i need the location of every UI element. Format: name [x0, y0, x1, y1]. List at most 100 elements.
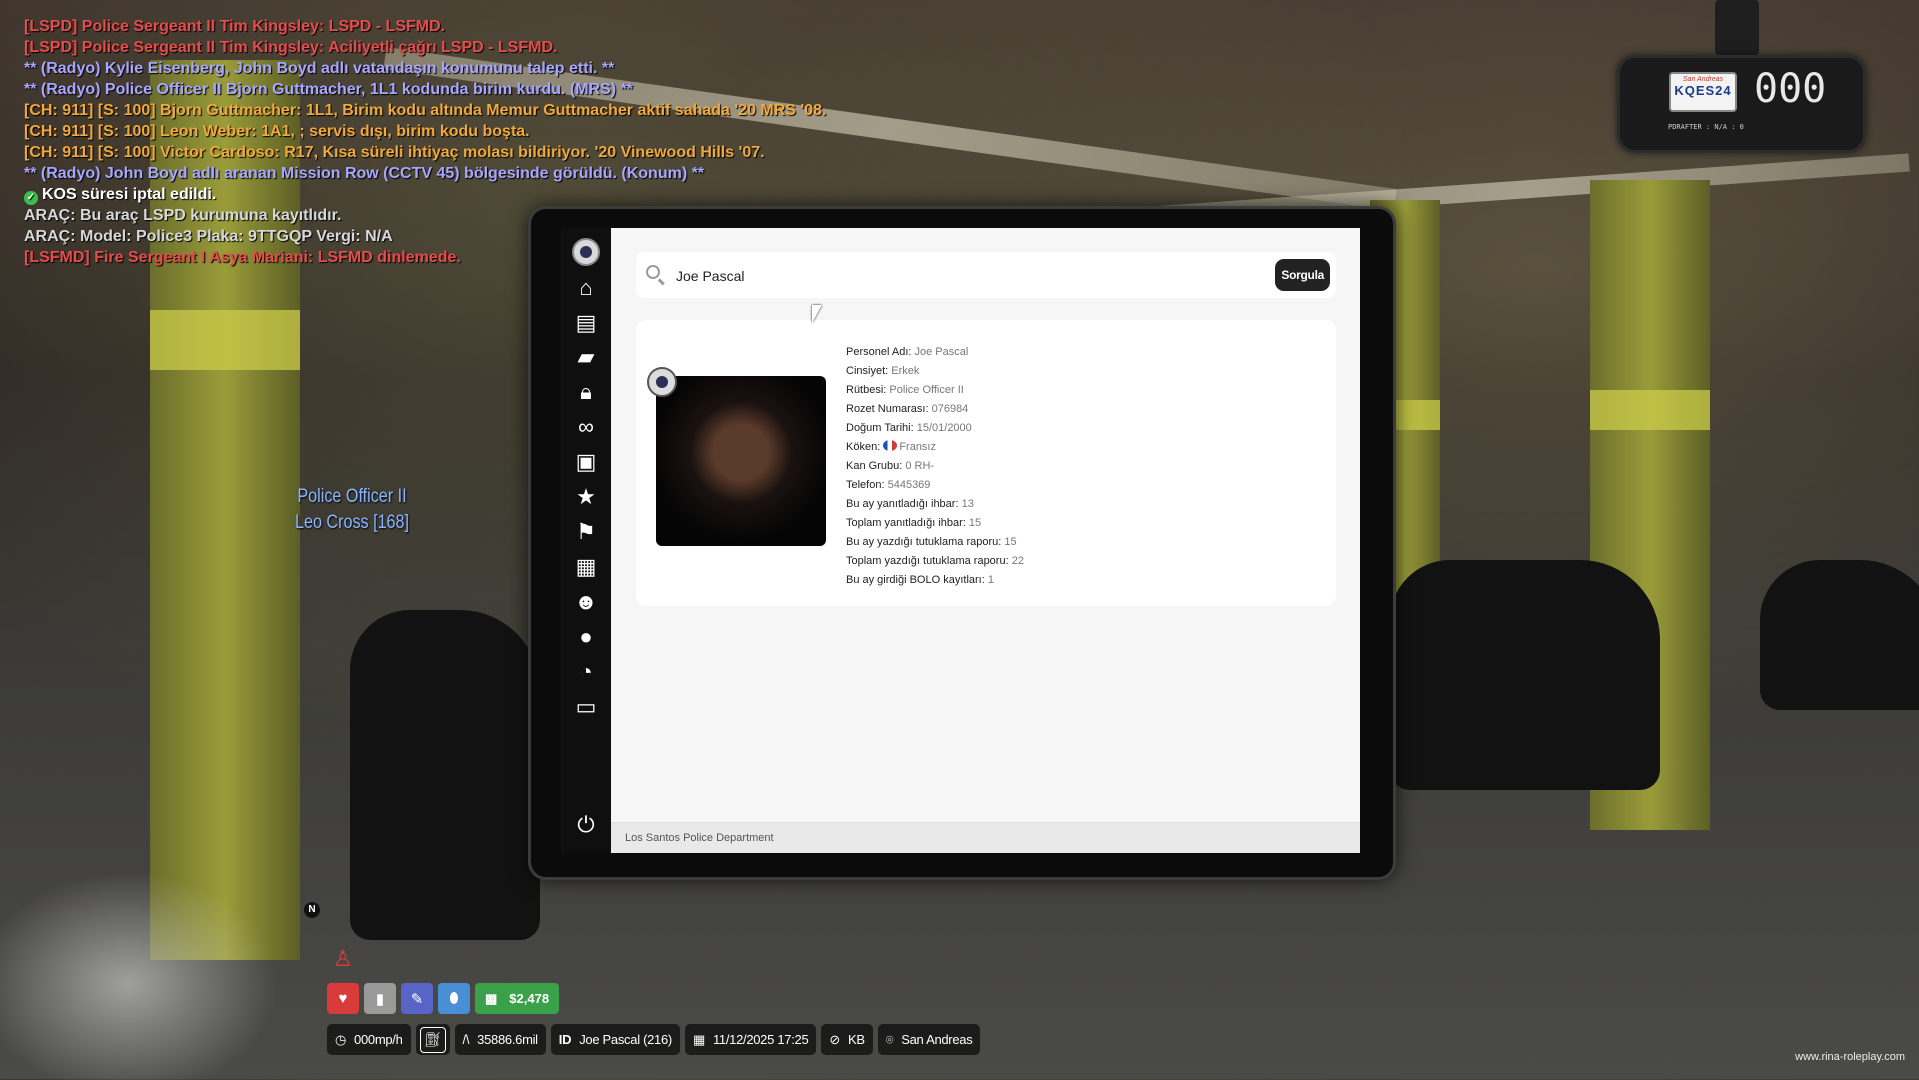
- briefcase-icon[interactable]: ▣: [573, 449, 599, 475]
- license-plate: San Andreas KQES24: [1669, 72, 1737, 112]
- profile-field: Kan Grubu: 0 RH-: [846, 457, 1024, 476]
- speed-value: 000mp/h: [354, 1032, 403, 1047]
- field-label: Bu ay yazdığı tutuklama raporu:: [846, 536, 1002, 548]
- mileage-value: 35886.6mil: [477, 1032, 538, 1047]
- profile-photo: [656, 376, 826, 546]
- mouse-cursor: [812, 305, 822, 323]
- profile-details: Personel Adı: Joe Pascal Cinsiyet: Erkek R…: [846, 343, 1024, 590]
- user-icon[interactable]: ●: [573, 624, 599, 650]
- gauge-icon[interactable]: ◔: [573, 659, 599, 685]
- chat-line: ** (Radyo) Police Officer II Bjorn Guttm…: [24, 79, 826, 100]
- nametag-name: Leo Cross [168]: [295, 512, 410, 533]
- footer-text: Los Santos Police Department: [625, 832, 774, 844]
- mdt-screen: ⌂ ▤ ▰ 🔒︎ ∞ ▣ ★ ⚑ ▦ ☻ ● ◔ ▭ ⏻ Sorgula P: [561, 228, 1360, 853]
- player-value: Joe Pascal (216): [579, 1032, 672, 1047]
- field-value: 0 RH-: [905, 460, 935, 472]
- chat-line: ** (Radyo) John Boyd adlı aranan Mission…: [24, 163, 826, 184]
- id-label: ID: [558, 1032, 572, 1047]
- lock-icon[interactable]: 🔒︎: [573, 379, 599, 405]
- field-value: 15: [1004, 536, 1017, 548]
- check-icon: ✓: [24, 191, 38, 205]
- info-bar: ◷ 000mp/h ⛽︎ /\ 35886.6mil ID Joe Pascal…: [327, 1024, 981, 1055]
- chat-line: [LSPD] Police Sergeant II Tim Kingsley: …: [24, 37, 826, 58]
- field-label: Toplam yanıtladığı ihbar:: [846, 517, 966, 529]
- watermark: www.rina-roleplay.com: [1795, 1051, 1905, 1063]
- field-value: Police Officer II: [889, 384, 964, 396]
- chat-line: ✓ KOS süresi iptal edildi.: [24, 184, 826, 205]
- chat-text: [CH: 911] [S: 100] Bjorn Guttmacher: 1L1…: [24, 102, 827, 119]
- mdt-content: Sorgula Personel Adı: Joe PascalCinsiyet…: [611, 228, 1360, 853]
- chat-text: [CH: 911] [S: 100] Victor Cardoso: R17, …: [24, 144, 765, 161]
- radar-status: PDRAFTER : N/A : 0: [1668, 123, 1744, 131]
- chat-text: [LSPD] Police Sergeant II Tim Kingsley: …: [24, 39, 558, 56]
- profile-field: Telefon: 5445369: [846, 476, 1024, 495]
- search-icon: [646, 265, 660, 279]
- plate-number: KQES24: [1674, 83, 1732, 98]
- field-label: Rozet Numarası:: [846, 403, 929, 415]
- profile-field: Doğum Tarihi: 15/01/2000: [846, 419, 1024, 438]
- nametag-rank: Police Officer II: [297, 486, 407, 507]
- field-label: Personel Adı:: [846, 346, 912, 358]
- compass-north: N: [304, 902, 320, 918]
- power-icon[interactable]: ⏻: [573, 812, 599, 838]
- profile-field: Rozet Numarası: 076984: [846, 400, 1024, 419]
- search-input[interactable]: [674, 264, 1258, 288]
- fuel-box: ⛽︎: [415, 1024, 450, 1055]
- speed-box: ◷ 000mp/h: [327, 1024, 411, 1055]
- radar-speed: 000: [1754, 66, 1827, 112]
- field-label: Toplam yazdığı tutuklama raporu:: [846, 555, 1009, 567]
- clipboard-icon[interactable]: ▦: [573, 554, 599, 580]
- field-value: Fransız: [899, 441, 936, 453]
- datetime-box: ▦ 11/12/2025 17:25: [684, 1024, 817, 1055]
- health-icon: ♥: [327, 983, 359, 1014]
- field-label: Bu ay girdiği BOLO kayıtları:: [846, 574, 985, 586]
- field-label: Bu ay yanıtladığı ihbar:: [846, 498, 959, 510]
- archive-icon[interactable]: ▭: [573, 694, 599, 720]
- field-value: 076984: [931, 403, 969, 415]
- star-icon[interactable]: ★: [573, 484, 599, 510]
- lspd-seal-icon: [572, 238, 600, 266]
- mileage-box: /\ 35886.6mil: [454, 1024, 546, 1055]
- person-icon: ♙: [333, 946, 353, 971]
- player-nametag: Police Officer II Leo Cross [168]: [295, 484, 409, 536]
- flag-icon[interactable]: ⚑: [573, 519, 599, 545]
- chat-text: ** (Radyo) Police Officer II Bjorn Guttm…: [24, 81, 633, 98]
- compass-icon: ⊘: [829, 1031, 840, 1047]
- minimap[interactable]: [0, 840, 320, 1080]
- profile-field: Rütbesi: Police Officer II: [846, 381, 1024, 400]
- money-display: ▩ $2,478: [475, 983, 560, 1014]
- radar-mount: [1715, 0, 1759, 55]
- chat-text: KOS süresi iptal edildi.: [42, 186, 217, 203]
- chat-line: [CH: 911] [S: 100] Leon Weber: 1A1, ; se…: [24, 121, 826, 142]
- field-label: Rütbesi:: [846, 384, 887, 396]
- group-icon[interactable]: ☻: [573, 589, 599, 615]
- field-label: Cinsiyet:: [846, 365, 889, 377]
- document-icon[interactable]: ▤: [573, 310, 599, 336]
- status-bar: ♥ ▮ ✎ ⬮ ▩ $2,478: [327, 983, 560, 1014]
- fuel-icon: ⛽︎: [419, 1026, 446, 1053]
- money-value: $2,478: [509, 991, 550, 1006]
- search-button[interactable]: Sorgula: [1275, 259, 1330, 291]
- plate-state: San Andreas: [1682, 76, 1724, 83]
- folder-icon[interactable]: ▰: [573, 344, 599, 370]
- hunger-icon: ✎: [401, 983, 433, 1014]
- home-icon[interactable]: ⌂: [573, 275, 599, 301]
- chat-text: ** (Radyo) John Boyd adlı aranan Mission…: [24, 165, 705, 182]
- profile-field: Köken: Fransız: [846, 438, 1024, 457]
- mdt-footer: Los Santos Police Department: [611, 822, 1360, 853]
- wallet-icon: ▩: [485, 990, 498, 1006]
- road-icon: /\: [462, 1032, 470, 1047]
- field-label: Köken:: [846, 441, 881, 453]
- thirst-icon: ⬮: [438, 983, 470, 1014]
- field-label: Doğum Tarihi:: [846, 422, 914, 434]
- field-value: 15/01/2000: [916, 422, 972, 434]
- chat-text: [LSFMD] Fire Sergeant I Asya Mariani: LS…: [24, 249, 461, 266]
- speed-radar: San Andreas KQES24 000 PDRAFTER : N/A : …: [1617, 55, 1866, 153]
- chat-line: [CH: 911] [S: 100] Victor Cardoso: R17, …: [24, 142, 826, 163]
- field-value: Erkek: [891, 365, 920, 377]
- binoculars-icon[interactable]: ∞: [573, 414, 599, 440]
- chat-line: [CH: 911] [S: 100] Bjorn Guttmacher: 1L1…: [24, 100, 826, 121]
- field-value: 22: [1011, 555, 1024, 567]
- calendar-icon: ▦: [692, 1031, 705, 1047]
- chat-line: ** (Radyo) Kylie Eisenberg, John Boyd ad…: [24, 58, 826, 79]
